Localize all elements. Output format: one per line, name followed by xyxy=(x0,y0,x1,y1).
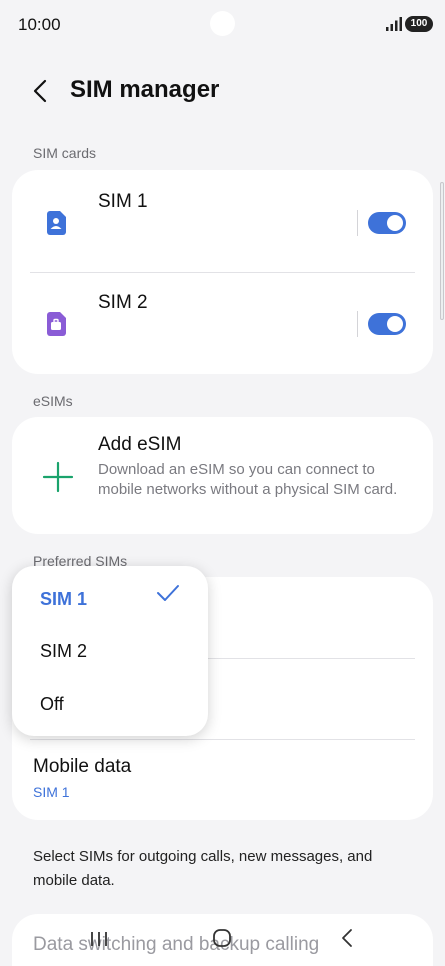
signal-icon xyxy=(386,17,402,31)
sim-card-briefcase-icon xyxy=(47,312,66,336)
nav-back-icon[interactable] xyxy=(340,928,354,948)
sim-card-person-icon xyxy=(47,211,66,235)
scrollbar[interactable] xyxy=(440,182,444,320)
mobile-data-row[interactable]: Mobile data SIM 1 xyxy=(12,740,433,820)
status-bar: 10:00 100 xyxy=(0,0,445,50)
add-esim-card[interactable]: Add eSIM Download an eSIM so you can con… xyxy=(12,417,433,534)
navigation-bar xyxy=(0,918,445,966)
sim-1-toggle[interactable] xyxy=(368,212,406,234)
sim-2-toggle[interactable] xyxy=(368,313,406,335)
divider xyxy=(357,210,358,236)
status-time: 10:00 xyxy=(18,15,61,34)
add-esim-description: Download an eSIM so you can connect to m… xyxy=(98,461,398,498)
mobile-data-value: SIM 1 xyxy=(33,784,70,800)
mobile-data-title: Mobile data xyxy=(33,756,132,777)
add-esim-title: Add eSIM xyxy=(98,434,182,455)
camera-cutout xyxy=(210,11,235,36)
sim-select-dropdown: SIM 1 SIM 2 Off xyxy=(12,566,208,736)
app-header: SIM manager xyxy=(0,66,445,116)
back-arrow-icon[interactable] xyxy=(30,78,52,104)
toggle-knob xyxy=(387,215,403,231)
recent-apps-icon[interactable] xyxy=(90,930,108,948)
sim-name: SIM 1 xyxy=(98,191,148,212)
toggle-knob xyxy=(387,316,403,332)
dropdown-option-sim-1[interactable]: SIM 1 xyxy=(40,589,87,610)
plus-icon xyxy=(42,461,74,493)
home-icon[interactable] xyxy=(212,928,232,948)
sim-name: SIM 2 xyxy=(98,292,148,313)
check-icon xyxy=(157,585,179,601)
footnote: Select SIMs for outgoing calls, new mess… xyxy=(33,848,373,889)
dropdown-option-sim-2[interactable]: SIM 2 xyxy=(40,641,87,662)
dropdown-option-off[interactable]: Off xyxy=(40,694,64,715)
sim-row-1[interactable]: SIM 1 xyxy=(12,172,433,272)
sim-cards-card: SIM 1 SIM 2 xyxy=(12,170,433,374)
battery-indicator: 100 xyxy=(405,16,433,32)
section-label-sim-cards: SIM cards xyxy=(33,145,97,161)
sim-row-2[interactable]: SIM 2 xyxy=(12,273,433,373)
divider xyxy=(357,311,358,337)
section-label-esims: eSIMs xyxy=(33,393,73,409)
page-title: SIM manager xyxy=(70,76,220,103)
